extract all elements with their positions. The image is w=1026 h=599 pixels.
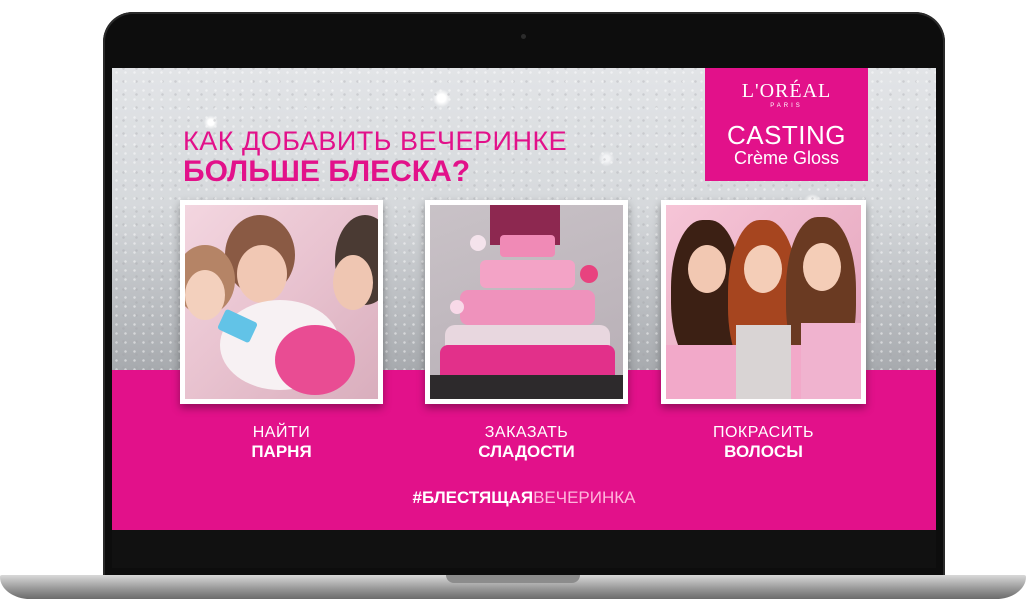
hashtag-symbol: # xyxy=(412,488,422,507)
caption-line2: ПАРНЯ xyxy=(251,442,312,461)
hashtag-bold: БЛЕСТЯЩАЯ xyxy=(421,488,534,507)
caption-line2: СЛАДОСТИ xyxy=(478,442,575,461)
laptop-bezel-bottom xyxy=(112,530,936,568)
photo-card-hair-color xyxy=(661,200,866,404)
photo-card-find-boyfriend xyxy=(180,200,383,404)
caption-find-boyfriend: НАЙТИ ПАРНЯ xyxy=(180,424,383,462)
girls-phone-photo xyxy=(185,205,378,399)
caption-color-hair: ПОКРАСИТЬ ВОЛОСЫ xyxy=(661,424,866,462)
cake-tower-photo xyxy=(430,205,623,399)
hashtag-light: ВЕЧЕРИНКА xyxy=(533,488,636,507)
headline-line2: БОЛЬШЕ БЛЕСКА? xyxy=(183,155,471,188)
paris-text: PARIS xyxy=(770,103,803,109)
three-girls-photo xyxy=(666,205,861,399)
caption-line1: ЗАКАЗАТЬ xyxy=(484,424,569,441)
camera-icon xyxy=(521,34,526,39)
creme-gloss-text: Crème Gloss xyxy=(733,148,840,168)
caption-order-sweets: ЗАКАЗАТЬ СЛАДОСТИ xyxy=(425,424,628,462)
hashtag: #БЛЕСТЯЩАЯВЕЧЕРИНКА xyxy=(112,488,936,508)
headline-line1: КАК ДОБАВИТЬ ВЕЧЕРИНКЕ xyxy=(183,126,568,156)
loreal-logo-text: L'ORÉAL xyxy=(741,80,832,102)
photo-card-sweets xyxy=(425,200,628,404)
caption-line1: ПОКРАСИТЬ xyxy=(712,424,814,441)
caption-line2: ВОЛОСЫ xyxy=(724,442,803,461)
laptop-notch xyxy=(446,575,580,583)
brand-logo: L'ORÉAL PARIS CASTING Crème Gloss xyxy=(705,68,868,181)
caption-line1: НАЙТИ xyxy=(252,424,311,441)
casting-text: CASTING xyxy=(726,120,847,150)
screen: L'ORÉAL PARIS CASTING Crème Gloss КАК ДО… xyxy=(112,68,936,530)
